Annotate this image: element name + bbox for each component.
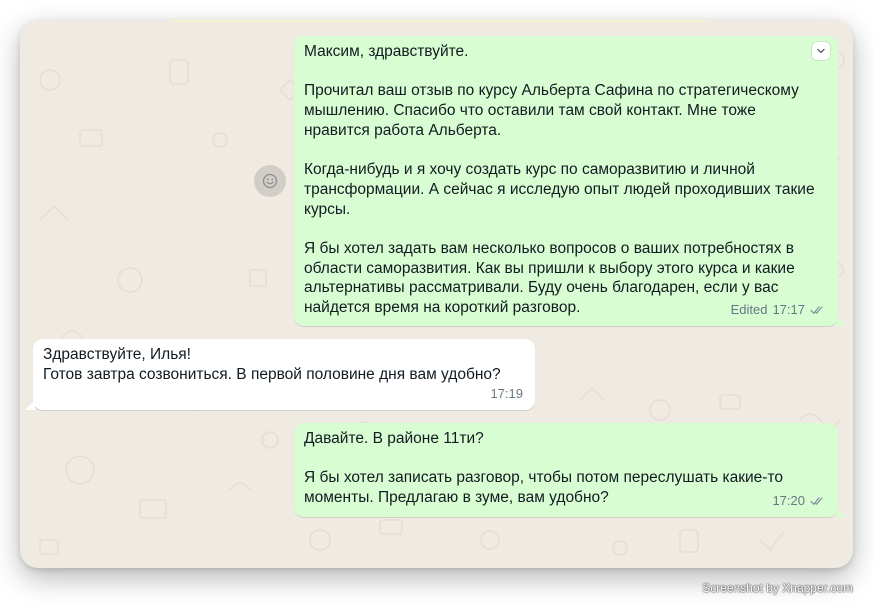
message-bubble-outgoing[interactable]: Максим, здравствуйте. Прочитал ваш отзыв… [294,36,846,326]
message-menu-button[interactable] [812,42,830,60]
edited-label: Edited [730,302,768,318]
bubble-tail [836,316,846,326]
message-bubble-incoming[interactable]: Здравствуйте, Илья! Готов завтра созвони… [25,339,535,410]
message-text: Давайте. В районе 11ти? [304,430,484,447]
bubble-tail [25,400,35,410]
message-meta: 17:19 [490,384,523,404]
message-text: Прочитал ваш отзыв по курсу Альберта Саф… [304,82,804,139]
pinned-banner-edge [168,20,708,22]
emoji-reaction-icon [262,173,278,189]
message-text: Здравствуйте, Илья! Готов завтра созвони… [43,346,501,383]
watermark: Screenshot by Xnapper.com [702,581,853,595]
bubble-tail [836,507,846,517]
double-check-icon [810,497,823,506]
chevron-down-icon [817,48,825,54]
message-text: Я бы хотел записать разговор, чтобы пото… [304,469,788,507]
message-time: 17:17 [772,302,805,318]
double-check-icon [810,306,823,315]
chat-window: Максим, здравствуйте. Прочитал ваш отзыв… [20,20,853,568]
message-bubble-outgoing[interactable]: Давайте. В районе 11ти? Я бы хотел запис… [294,423,846,517]
message-text: Когда-нибудь и я хочу создать курс по са… [304,161,819,218]
message-meta: 17:20 [772,491,826,511]
message-text: Максим, здравствуйте. [304,43,469,60]
reaction-button[interactable] [254,165,286,197]
message-time: 17:20 [772,493,805,509]
message-meta: Edited 17:17 [731,300,826,320]
message-time: 17:19 [490,386,523,402]
